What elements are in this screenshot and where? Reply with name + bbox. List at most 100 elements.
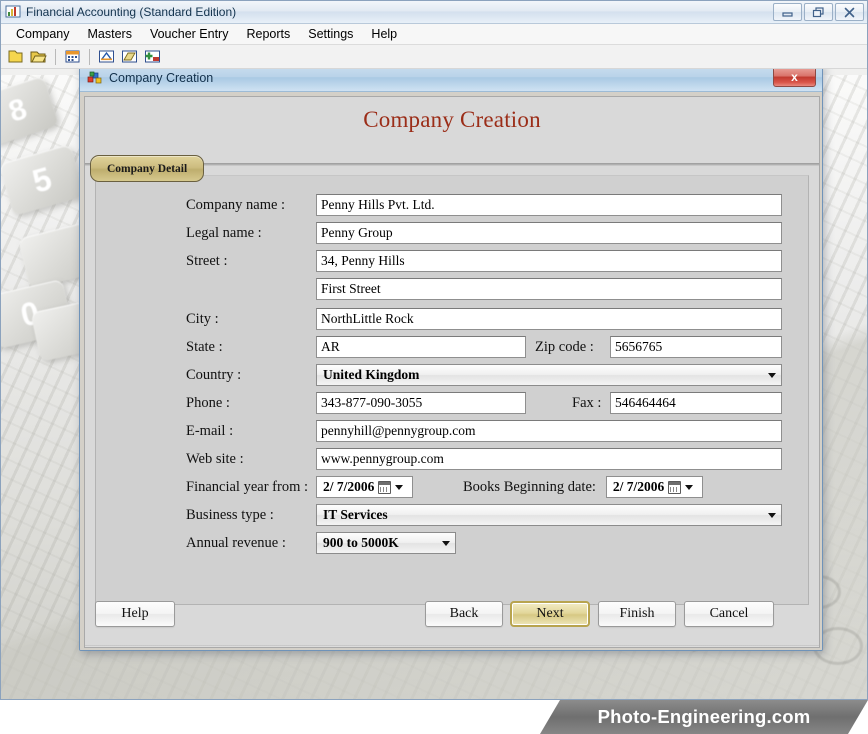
finish-button[interactable]: Finish bbox=[598, 601, 676, 627]
email-label: E-mail : bbox=[186, 422, 234, 439]
field-row-country: Country : United Kingdom bbox=[96, 364, 808, 386]
annual-revenue-label: Annual revenue : bbox=[186, 534, 286, 551]
tab-company-detail[interactable]: Company Detail bbox=[90, 155, 205, 182]
dialog-inner-panel: Company Creation Company Detail Company … bbox=[84, 96, 820, 648]
tab-strip: Company Detail bbox=[85, 155, 819, 182]
balance-scale-icon[interactable] bbox=[96, 47, 117, 67]
field-row-dates: Financial year from : 2/ 7/2006 Books Be… bbox=[96, 476, 808, 498]
field-row-legal-name: Legal name : Penny Group bbox=[96, 222, 808, 244]
calendar-icon[interactable] bbox=[62, 47, 83, 67]
business-type-label: Business type : bbox=[186, 506, 274, 523]
books-beginning-date-value: 2/ 7/2006 bbox=[612, 479, 665, 494]
chevron-down-icon[interactable] bbox=[438, 534, 453, 552]
field-row-city: City : NorthLittle Rock bbox=[96, 308, 808, 330]
country-select[interactable]: United Kingdom bbox=[316, 364, 782, 386]
chevron-down-icon[interactable] bbox=[395, 484, 404, 490]
dialog-close-button[interactable]: x bbox=[773, 69, 816, 87]
chart-accounting-icon bbox=[5, 4, 21, 20]
field-row-state-zip: State : AR Zip code : 5656765 bbox=[96, 336, 808, 358]
country-label: Country : bbox=[186, 366, 242, 383]
dialog-title: Company Creation bbox=[109, 70, 214, 85]
calendar-icon[interactable] bbox=[668, 480, 682, 494]
back-button[interactable]: Back bbox=[425, 601, 503, 627]
calendar-icon[interactable] bbox=[378, 480, 392, 494]
financial-year-from-label: Financial year from : bbox=[186, 478, 308, 495]
add-chart-icon[interactable] bbox=[142, 47, 163, 67]
financial-year-from-datepicker[interactable]: 2/ 7/2006 bbox=[316, 476, 413, 498]
chevron-down-icon[interactable] bbox=[764, 506, 779, 524]
field-row-business-type: Business type : IT Services bbox=[96, 504, 808, 526]
menu-item-voucher-entry[interactable]: Voucher Entry bbox=[141, 25, 238, 43]
phone-input[interactable]: 343-877-090-3055 bbox=[316, 392, 526, 414]
watermark-text: Photo-Engineering.com bbox=[597, 706, 811, 727]
website-label: Web site : bbox=[186, 450, 244, 467]
field-row-company-name: Company name : Penny Hills Pvt. Ltd. bbox=[96, 194, 808, 216]
menu-item-help[interactable]: Help bbox=[362, 25, 406, 43]
street-2-input[interactable]: First Street bbox=[316, 278, 782, 300]
street-input[interactable]: 34, Penny Hills bbox=[316, 250, 782, 272]
workspace: 8 5 0 Aug O Company Creation x bbox=[1, 69, 867, 699]
close-icon[interactable] bbox=[835, 3, 864, 21]
toolbar-separator-2 bbox=[89, 48, 90, 65]
fax-input[interactable]: 546464464 bbox=[610, 392, 782, 414]
field-row-website: Web site : www.pennygroup.com bbox=[96, 448, 808, 470]
annual-revenue-selected-value: 900 to 5000K bbox=[323, 535, 399, 550]
financial-year-from-value: 2/ 7/2006 bbox=[323, 479, 375, 494]
books-beginning-date-label: Books Beginning date: bbox=[463, 478, 596, 495]
form-panel: Company name : Penny Hills Pvt. Ltd. Leg… bbox=[95, 175, 809, 605]
chevron-down-icon[interactable] bbox=[764, 366, 779, 384]
business-type-selected-value: IT Services bbox=[323, 507, 388, 522]
fax-label: Fax : bbox=[572, 394, 602, 411]
company-creation-dialog: Company Creation x Company Creation Comp… bbox=[79, 69, 823, 651]
company-name-label: Company name : bbox=[186, 196, 286, 213]
chevron-down-icon[interactable] bbox=[685, 484, 694, 490]
company-name-input[interactable]: Penny Hills Pvt. Ltd. bbox=[316, 194, 782, 216]
restore-icon[interactable] bbox=[804, 3, 833, 21]
ledger-book-icon[interactable] bbox=[119, 47, 140, 67]
page-title: Company Creation bbox=[363, 107, 541, 132]
books-beginning-date-datepicker[interactable]: 2/ 7/2006 bbox=[605, 476, 703, 498]
phone-label: Phone : bbox=[186, 394, 230, 411]
website-input[interactable]: www.pennygroup.com bbox=[316, 448, 782, 470]
email-input[interactable]: pennyhill@pennygroup.com bbox=[316, 420, 782, 442]
zip-code-input[interactable]: 5656765 bbox=[610, 336, 782, 358]
business-type-select[interactable]: IT Services bbox=[316, 504, 782, 526]
menu-item-reports[interactable]: Reports bbox=[237, 25, 299, 43]
zip-code-label: Zip code : bbox=[535, 338, 594, 355]
new-company-icon[interactable] bbox=[5, 47, 26, 67]
window-controls bbox=[773, 3, 864, 21]
toolbar bbox=[1, 45, 867, 69]
field-row-email: E-mail : pennyhill@pennygroup.com bbox=[96, 420, 808, 442]
dialog-body: Company Creation Company Detail Company … bbox=[80, 92, 822, 650]
dialog-bottom-rule bbox=[85, 645, 819, 647]
toolbar-separator-1 bbox=[55, 48, 56, 65]
menu-item-settings[interactable]: Settings bbox=[299, 25, 362, 43]
street-label: Street : bbox=[186, 252, 228, 269]
window-titlebar: Financial Accounting (Standard Edition) bbox=[1, 1, 867, 24]
legal-name-input[interactable]: Penny Group bbox=[316, 222, 782, 244]
menu-item-masters[interactable]: Masters bbox=[79, 25, 141, 43]
window-title: Financial Accounting (Standard Edition) bbox=[26, 5, 237, 19]
watermark-banner: Photo-Engineering.com bbox=[540, 700, 868, 734]
application-window: Financial Accounting (Standard Edition) … bbox=[0, 0, 868, 700]
legal-name-label: Legal name : bbox=[186, 224, 262, 241]
minimize-icon[interactable] bbox=[773, 3, 802, 21]
dialog-button-bar: Help Back Next Finish Cancel bbox=[95, 597, 809, 637]
city-label: City : bbox=[186, 310, 219, 327]
field-row-street-2: First Street bbox=[96, 278, 808, 300]
city-input[interactable]: NorthLittle Rock bbox=[316, 308, 782, 330]
field-row-annual-revenue: Annual revenue : 900 to 5000K bbox=[96, 532, 808, 554]
dialog-titlebar[interactable]: Company Creation x bbox=[80, 69, 822, 92]
next-button[interactable]: Next bbox=[510, 601, 590, 627]
state-label: State : bbox=[186, 338, 223, 355]
company-creation-icon bbox=[87, 70, 103, 86]
state-input[interactable]: AR bbox=[316, 336, 526, 358]
menu-item-company[interactable]: Company bbox=[7, 25, 79, 43]
menubar: Company Masters Voucher Entry Reports Se… bbox=[1, 24, 867, 45]
cancel-button[interactable]: Cancel bbox=[684, 601, 774, 627]
open-folder-icon[interactable] bbox=[28, 47, 49, 67]
watermark-shape: Photo-Engineering.com bbox=[540, 700, 868, 734]
field-row-phone-fax: Phone : 343-877-090-3055 Fax : 546464464 bbox=[96, 392, 808, 414]
help-button[interactable]: Help bbox=[95, 601, 175, 627]
annual-revenue-select[interactable]: 900 to 5000K bbox=[316, 532, 456, 554]
